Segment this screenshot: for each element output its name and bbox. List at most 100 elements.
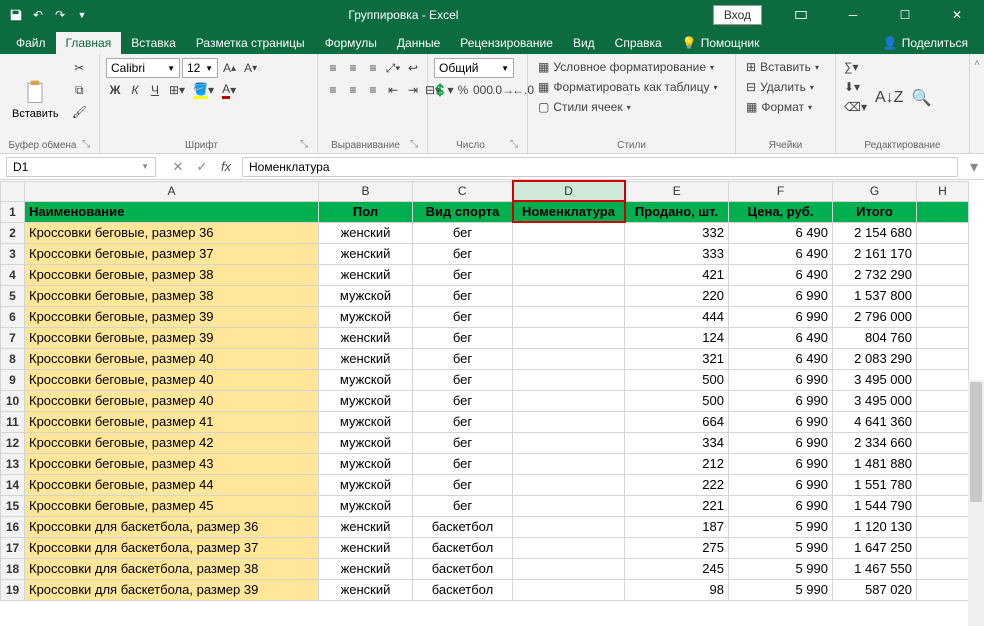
cell[interactable]: 1 544 790 xyxy=(833,495,917,516)
minimize-icon[interactable]: ─ xyxy=(830,0,876,30)
tab-tell-me[interactable]: 💡Помощник xyxy=(672,32,770,54)
cell[interactable] xyxy=(513,453,625,474)
cell[interactable] xyxy=(917,285,969,306)
row-header[interactable]: 17 xyxy=(1,537,25,558)
format-painter-icon[interactable]: 🖌 xyxy=(69,102,90,122)
cell[interactable] xyxy=(513,432,625,453)
cell[interactable]: 2 161 170 xyxy=(833,243,917,264)
cell[interactable]: 2 732 290 xyxy=(833,264,917,285)
cell[interactable] xyxy=(917,516,969,537)
cell[interactable]: бег xyxy=(413,453,513,474)
cut-icon[interactable]: ✂ xyxy=(69,58,90,78)
cell[interactable]: Кроссовки беговые, размер 40 xyxy=(25,348,319,369)
row-header[interactable]: 16 xyxy=(1,516,25,537)
cell[interactable] xyxy=(917,327,969,348)
col-header-h[interactable]: H xyxy=(917,181,969,201)
font-size-select[interactable]: 12▼ xyxy=(182,58,218,78)
cell[interactable]: 212 xyxy=(625,453,729,474)
conditional-formatting-button[interactable]: ▦Условное форматирование▾ xyxy=(534,58,729,76)
cell[interactable]: 124 xyxy=(625,327,729,348)
cell[interactable]: 6 490 xyxy=(729,348,833,369)
cell[interactable]: 500 xyxy=(625,390,729,411)
cell[interactable]: 6 990 xyxy=(729,306,833,327)
cell[interactable]: 6 990 xyxy=(729,285,833,306)
cell[interactable]: бег xyxy=(413,285,513,306)
cell[interactable]: баскетбол xyxy=(413,516,513,537)
cell[interactable]: бег xyxy=(413,432,513,453)
cell-styles-button[interactable]: ▢Стили ячеек▾ xyxy=(534,98,729,116)
cell[interactable]: женский xyxy=(319,222,413,243)
increase-font-icon[interactable]: A▴ xyxy=(220,58,239,78)
dialog-launcher-icon[interactable]: ⤡ xyxy=(297,138,311,151)
cell[interactable]: 332 xyxy=(625,222,729,243)
cell[interactable]: женский xyxy=(319,579,413,600)
delete-cells-button[interactable]: ⊟Удалить▾ xyxy=(742,78,829,96)
cell[interactable] xyxy=(917,558,969,579)
cell[interactable]: бег xyxy=(413,348,513,369)
tab-review[interactable]: Рецензирование xyxy=(450,32,563,54)
row-header[interactable]: 8 xyxy=(1,348,25,369)
cell[interactable]: Продано, шт. xyxy=(625,201,729,222)
row-header[interactable]: 9 xyxy=(1,369,25,390)
cell[interactable] xyxy=(513,327,625,348)
cell[interactable]: 5 990 xyxy=(729,516,833,537)
cell[interactable]: женский xyxy=(319,243,413,264)
cell[interactable]: 6 490 xyxy=(729,327,833,348)
currency-icon[interactable]: 💲▾ xyxy=(434,80,452,100)
cell[interactable]: 1 467 550 xyxy=(833,558,917,579)
cell[interactable]: Кроссовки беговые, размер 36 xyxy=(25,222,319,243)
cell[interactable]: баскетбол xyxy=(413,537,513,558)
cell[interactable]: бег xyxy=(413,495,513,516)
cell[interactable]: мужской xyxy=(319,411,413,432)
format-as-table-button[interactable]: ▦Форматировать как таблицу▾ xyxy=(534,78,729,96)
tab-formulas[interactable]: Формулы xyxy=(315,32,387,54)
underline-button[interactable]: Ч xyxy=(146,80,164,100)
row-header[interactable]: 5 xyxy=(1,285,25,306)
cell[interactable]: Пол xyxy=(319,201,413,222)
italic-button[interactable]: К xyxy=(126,80,144,100)
tab-file[interactable]: Файл xyxy=(6,32,56,54)
row-header[interactable]: 7 xyxy=(1,327,25,348)
cell[interactable]: 222 xyxy=(625,474,729,495)
col-header-b[interactable]: B xyxy=(319,181,413,201)
cell[interactable]: 334 xyxy=(625,432,729,453)
cell[interactable]: 6 990 xyxy=(729,369,833,390)
cell[interactable]: Кроссовки беговые, размер 42 xyxy=(25,432,319,453)
col-header-g[interactable]: G xyxy=(833,181,917,201)
col-header-c[interactable]: C xyxy=(413,181,513,201)
cell[interactable]: 2 154 680 xyxy=(833,222,917,243)
cell[interactable] xyxy=(917,306,969,327)
cell[interactable] xyxy=(917,537,969,558)
col-header-f[interactable]: F xyxy=(729,181,833,201)
row-header[interactable]: 4 xyxy=(1,264,25,285)
cell[interactable]: 3 495 000 xyxy=(833,369,917,390)
fill-color-icon[interactable]: 🪣▾ xyxy=(190,80,217,100)
cell[interactable]: мужской xyxy=(319,474,413,495)
share-button[interactable]: 👤Поделиться xyxy=(873,32,978,54)
redo-icon[interactable]: ↷ xyxy=(52,7,68,23)
cell[interactable]: 187 xyxy=(625,516,729,537)
cell[interactable]: мужской xyxy=(319,390,413,411)
dialog-launcher-icon[interactable]: ⤡ xyxy=(407,138,421,151)
cell[interactable] xyxy=(513,222,625,243)
cell[interactable] xyxy=(513,516,625,537)
select-all-corner[interactable] xyxy=(1,181,25,201)
cell[interactable] xyxy=(917,453,969,474)
cell[interactable]: 1 551 780 xyxy=(833,474,917,495)
cell[interactable]: мужской xyxy=(319,369,413,390)
cell[interactable]: 6 990 xyxy=(729,453,833,474)
cell[interactable]: женский xyxy=(319,516,413,537)
cell[interactable]: 221 xyxy=(625,495,729,516)
ribbon-options-icon[interactable] xyxy=(778,0,824,30)
cell[interactable]: 5 990 xyxy=(729,537,833,558)
copy-icon[interactable]: ⧉ xyxy=(69,80,90,100)
cell[interactable]: Итого xyxy=(833,201,917,222)
cell[interactable]: 275 xyxy=(625,537,729,558)
font-name-select[interactable]: Calibri▼ xyxy=(106,58,180,78)
cell[interactable]: 6 990 xyxy=(729,495,833,516)
dialog-launcher-icon[interactable]: ⤡ xyxy=(79,138,93,151)
tab-data[interactable]: Данные xyxy=(387,32,450,54)
cell[interactable]: 6 490 xyxy=(729,222,833,243)
paste-button[interactable]: Вставить xyxy=(6,58,65,138)
clear-button[interactable]: ⌫▾ xyxy=(842,98,869,116)
